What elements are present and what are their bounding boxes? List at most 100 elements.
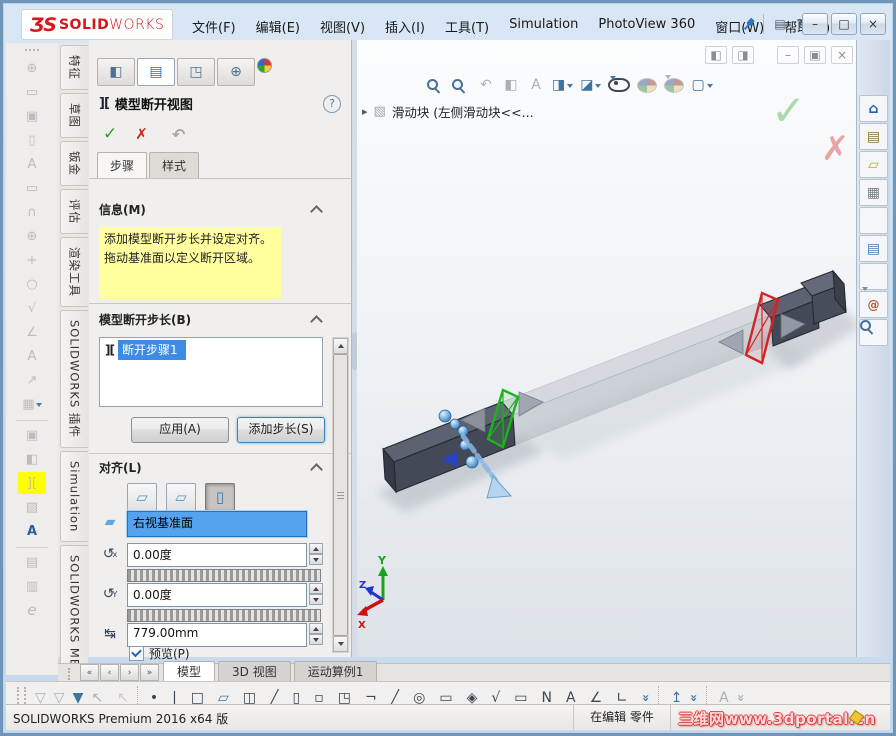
forum-tab[interactable] (859, 263, 888, 291)
zoom-area-button[interactable] (452, 78, 470, 92)
tab-simulation[interactable]: Simulation (60, 450, 88, 543)
auto-dimension-icon[interactable]: ▭ (18, 81, 46, 103)
scrollbar-thumb[interactable] (333, 354, 348, 636)
annotation-view-icon[interactable]: A (18, 520, 46, 542)
y-angle-slider[interactable] (127, 609, 321, 622)
info-section-header[interactable]: 信息(M) (99, 201, 323, 218)
preview-checkbox[interactable] (129, 646, 144, 661)
x-angle-slider[interactable] (127, 569, 321, 582)
collapse-icon[interactable] (310, 204, 323, 218)
next-tab-button[interactable]: › (120, 664, 139, 681)
ok-button[interactable]: ✓ (103, 124, 117, 144)
distance-stepper[interactable] (309, 623, 323, 645)
revision-cloud-icon[interactable]: ∩ (18, 201, 46, 223)
tab-features[interactable]: 特征 (60, 45, 88, 90)
datum-feature-icon[interactable]: ▯ (18, 129, 46, 151)
view-palette-tab[interactable]: ▦ (859, 179, 888, 206)
magnifying-glass-icon[interactable]: ○ (18, 273, 46, 295)
edit-appearance-button[interactable] (637, 77, 658, 93)
tab-model[interactable]: 模型 (163, 661, 216, 682)
tab-solidworks-addins[interactable]: SOLIDWORKS 插件 (60, 310, 88, 448)
tab-evaluate[interactable]: 评估 (60, 189, 88, 234)
pane-right-icon[interactable]: ◨ (732, 46, 754, 64)
view-orientation-button[interactable]: ◨ (552, 74, 574, 96)
close-button[interactable]: × (860, 13, 886, 35)
align-with-xy-button[interactable]: ▱ (127, 483, 157, 511)
previous-view-button[interactable]: ↶ (477, 74, 495, 96)
cancel-button[interactable]: ✗ (135, 125, 148, 143)
section-view-icon[interactable]: ◧ (18, 448, 46, 470)
display-state-icon[interactable]: ▧ (18, 496, 46, 518)
maximize-button[interactable]: □ (831, 13, 857, 35)
collapse-icon[interactable] (310, 314, 323, 328)
view-settings-button[interactable]: ▢ (691, 74, 713, 96)
first-tab-button[interactable]: « (80, 664, 99, 681)
y-angle-field[interactable]: 0.00度 (127, 583, 307, 607)
resources-home-tab[interactable]: ⌂ (859, 95, 888, 122)
toolbar-grip[interactable] (25, 49, 39, 54)
menu-edit[interactable]: 编辑(E) (246, 13, 310, 40)
menu-photoview[interactable]: PhotoView 360 (588, 13, 705, 40)
tab-motion-study[interactable]: 运动算例1 (293, 661, 378, 682)
document-name[interactable]: 滑动块 (左侧滑动块<<... (392, 102, 534, 121)
scroll-down-button[interactable] (333, 636, 348, 652)
help-button[interactable]: ? (323, 94, 341, 113)
x-angle-field[interactable]: 0.00度 (127, 543, 307, 567)
note-icon[interactable]: A (18, 345, 46, 367)
x-angle-stepper[interactable] (309, 543, 323, 565)
plane-selection-field[interactable]: 右视基准面 (127, 511, 307, 537)
tab-3d-views[interactable]: 3D 视图 (218, 661, 291, 682)
list-item[interactable]: ][ 断开步骤1 (100, 340, 322, 360)
break-distance-field[interactable]: 779.00mm (127, 623, 307, 647)
menu-simulation[interactable]: Simulation (499, 13, 588, 40)
graphics-viewport[interactable]: Y Z X ◧ ◨ – ▣ × ↶ ◧ A ◨ ◪ ▢ ▸ ▧ 滑动块 (左侧滑动块<<... ✓… (357, 40, 863, 657)
tab-sketch[interactable]: 草图 (60, 93, 88, 138)
appearances-tab[interactable] (859, 207, 888, 234)
note-pattern-icon[interactable]: A (18, 153, 46, 175)
featuremanager-tab[interactable]: ◧ (97, 58, 135, 86)
apply-scene-button[interactable] (664, 74, 685, 95)
hide-show-annotations-icon[interactable]: + (18, 249, 46, 271)
undo-button[interactable]: ↶ (172, 125, 185, 144)
publish-stl-icon[interactable]: ▥ (18, 575, 46, 597)
custom-properties-tab[interactable]: ▤ (859, 235, 888, 262)
menu-file[interactable]: 文件(F) (182, 13, 246, 40)
doc-minimize-button[interactable]: – (777, 46, 799, 64)
confirmation-ok-button[interactable]: ✓ (771, 90, 806, 132)
tree-expander-icon[interactable]: ▸ (362, 105, 368, 118)
display-style-button[interactable]: ◪ (580, 74, 602, 96)
prev-tab-button[interactable]: ‹ (100, 664, 119, 681)
design-library-tab[interactable]: ▤ (859, 123, 888, 150)
confirmation-cancel-button[interactable]: ✗ (821, 132, 850, 166)
spell-checker-icon[interactable]: √ (18, 297, 46, 319)
basic-dimension-icon[interactable]: ▣ (18, 105, 46, 127)
dimension-frame-icon[interactable]: ▭ (18, 177, 46, 199)
propertymanager-tab[interactable]: ▤ (137, 58, 175, 86)
camera-3d-icon[interactable]: ▣ (18, 424, 46, 446)
tab-sheetmetal[interactable]: 钣金 (60, 141, 88, 186)
whats-new-icon[interactable]: ▤ (772, 14, 788, 33)
doc-restore-button[interactable]: ▣ (804, 46, 826, 64)
y-angle-stepper[interactable] (309, 583, 323, 605)
collapse-icon[interactable] (310, 462, 323, 476)
steps-section-header[interactable]: 模型断开步长(B) (99, 311, 323, 328)
model-break-view-button[interactable]: ][ (18, 472, 46, 494)
align-section-header[interactable]: 对齐(L) (99, 459, 323, 476)
target-point-icon[interactable]: ⊕ (18, 225, 46, 247)
table-icon[interactable]: ▦ (18, 393, 46, 415)
pm-scrollbar[interactable] (332, 337, 349, 653)
menu-tools[interactable]: 工具(T) (435, 13, 499, 40)
multi-jog-leader-icon[interactable]: ↗ (18, 369, 46, 391)
tab-render-tools[interactable]: 渲染工具 (60, 237, 88, 307)
add-step-button[interactable]: 添加步长(S) (237, 417, 325, 443)
subtab-steps[interactable]: 步骤 (97, 152, 148, 179)
search-tab[interactable] (859, 319, 888, 346)
align-with-plane-button[interactable]: ▯ (205, 483, 235, 511)
scroll-up-button[interactable] (333, 338, 348, 354)
publish-3dpdf-icon[interactable]: ▤ (18, 551, 46, 573)
pane-left-icon[interactable]: ◧ (705, 46, 727, 64)
configurationmanager-tab[interactable]: ◳ (177, 58, 215, 86)
xpress-products-tab[interactable]: @ (859, 291, 888, 318)
subtab-style[interactable]: 样式 (149, 152, 200, 179)
toolbar-grip[interactable] (68, 668, 74, 680)
